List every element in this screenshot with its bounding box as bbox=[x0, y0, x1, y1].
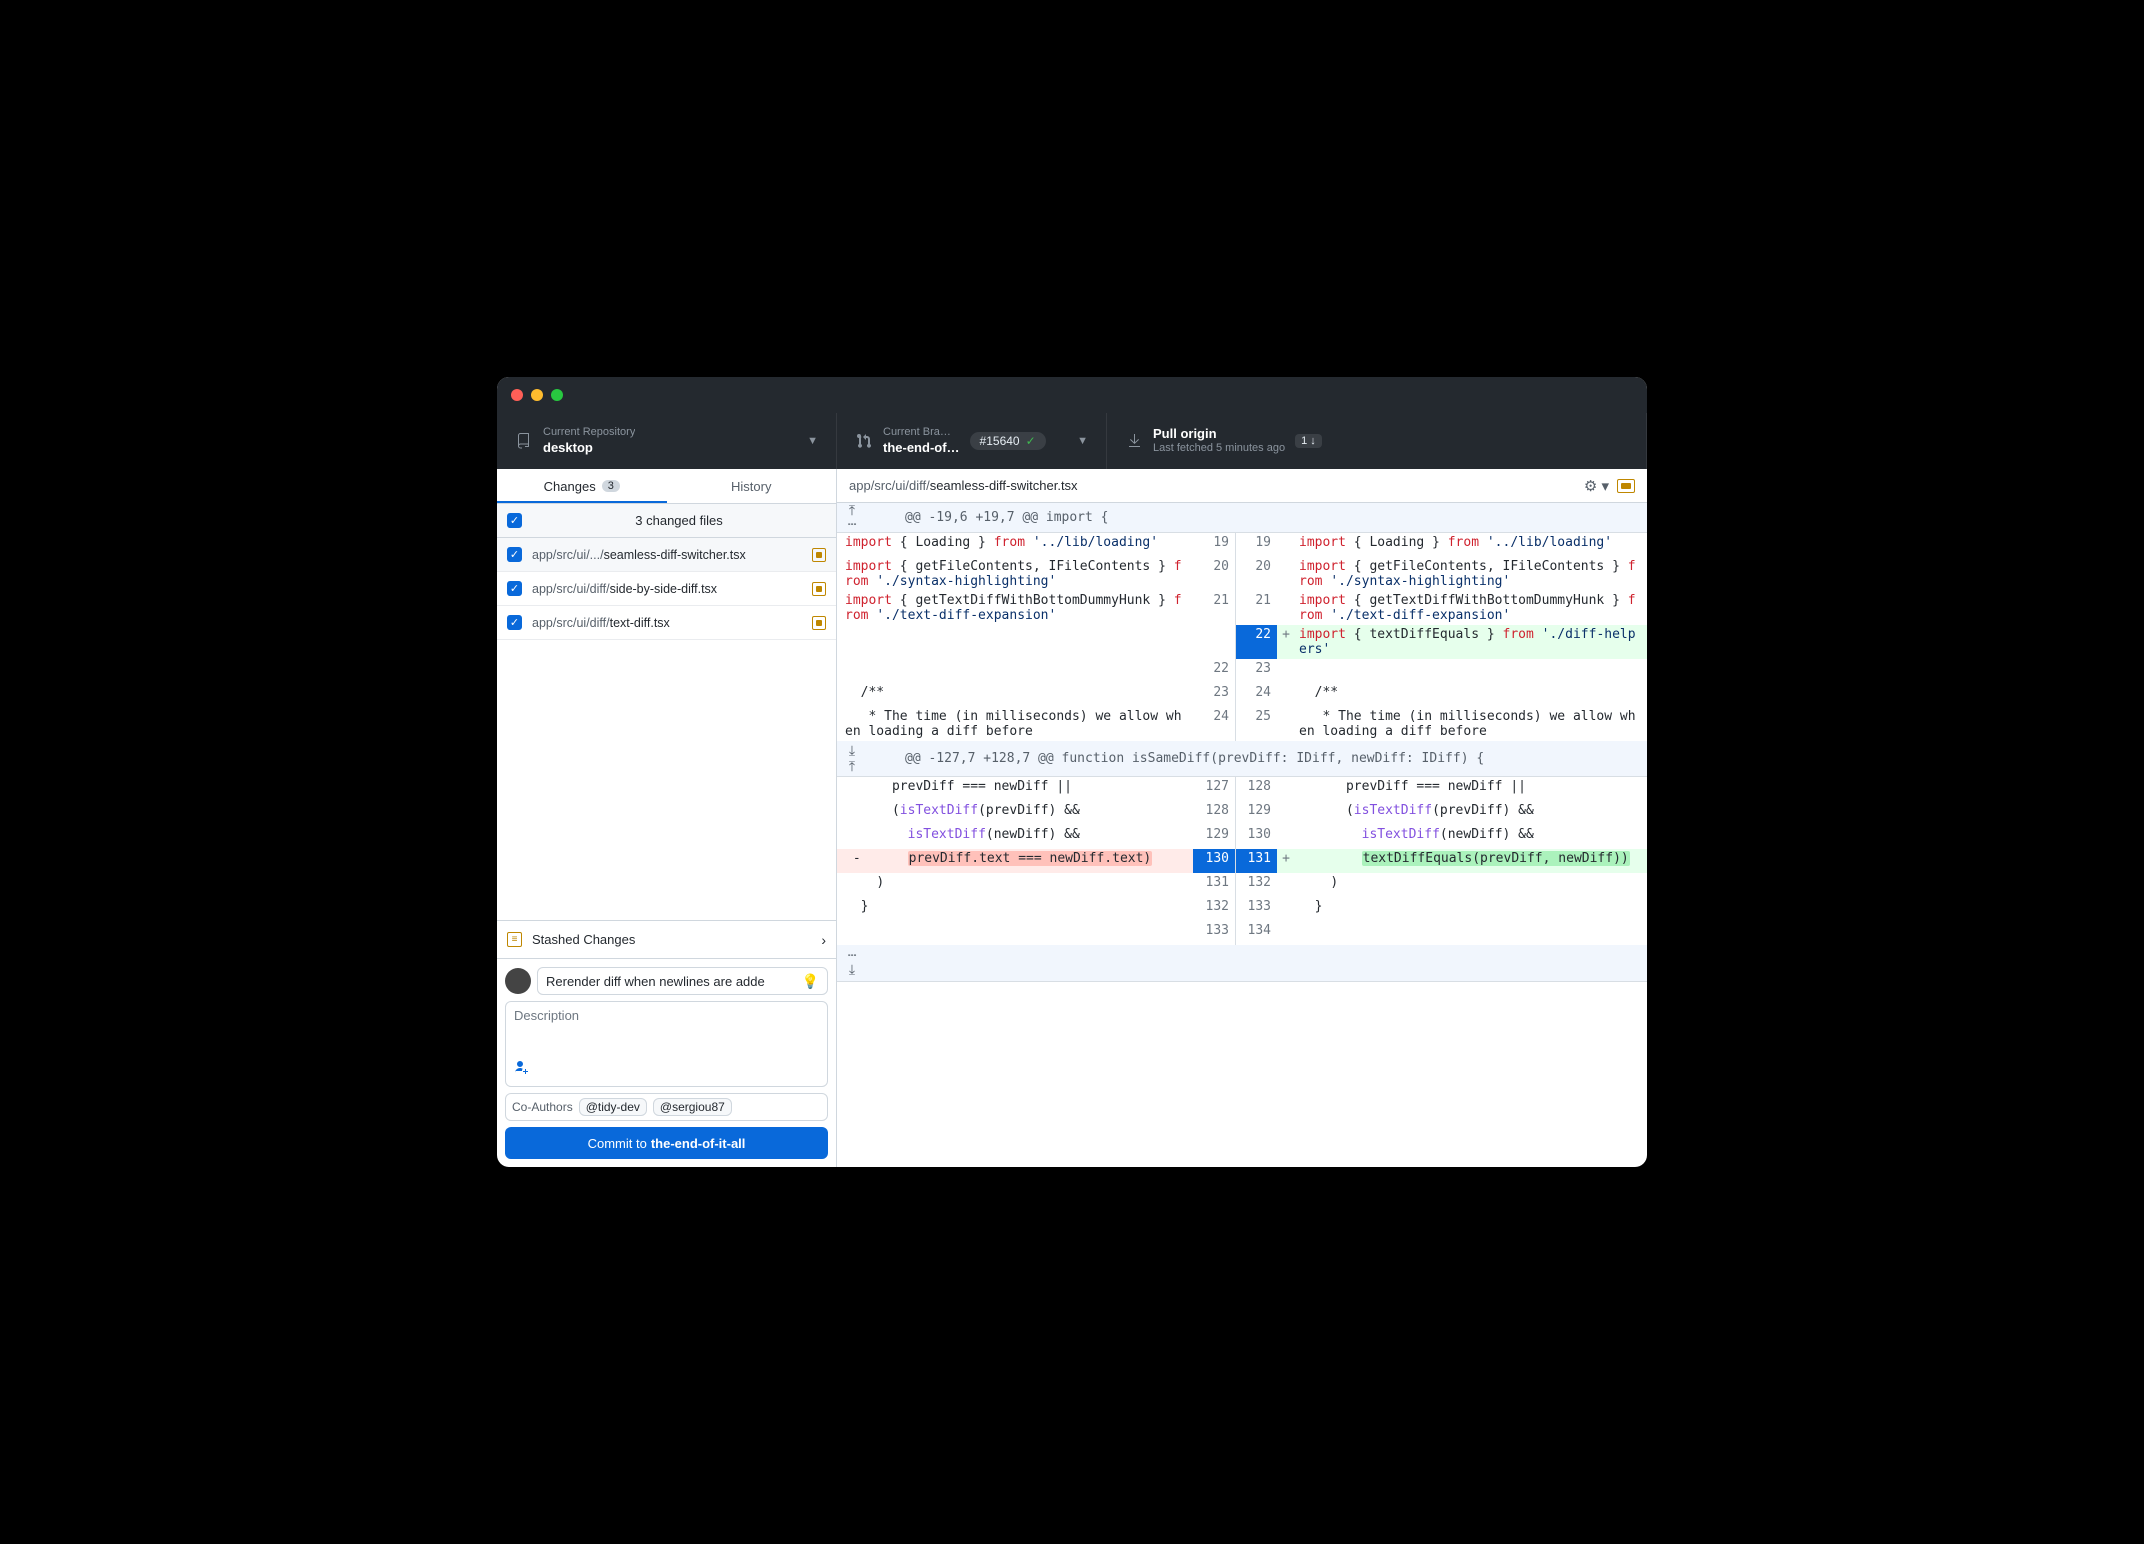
file-row[interactable]: ✓ app/src/ui/.../seamless-diff-switcher.… bbox=[497, 538, 836, 572]
sidebar-tabs: Changes 3 History bbox=[497, 469, 836, 504]
changes-count-badge: 3 bbox=[602, 480, 620, 492]
select-all-checkbox[interactable]: ✓ bbox=[507, 513, 522, 528]
modified-icon bbox=[812, 582, 826, 596]
diff-filepath: app/src/ui/diff/seamless-diff-switcher.t… bbox=[849, 478, 1576, 493]
repo-selector[interactable]: Current Repository desktop ▼ bbox=[497, 413, 837, 469]
pull-request-icon bbox=[855, 433, 873, 449]
diff-line: /** 23 24 /** bbox=[837, 683, 1647, 707]
lightbulb-icon[interactable]: 💡 bbox=[802, 973, 819, 990]
file-checkbox[interactable]: ✓ bbox=[507, 615, 522, 630]
expand-up-icon[interactable]: ⤒┄ bbox=[843, 504, 861, 532]
branch-name: the-end-of… bbox=[883, 440, 960, 456]
pull-count-badge: 1 ↓ bbox=[1295, 434, 1322, 448]
sidebar: Changes 3 History ✓ 3 changed files ✓ ap… bbox=[497, 469, 837, 1167]
tab-label: History bbox=[731, 479, 771, 494]
coauthors-field[interactable]: Co-Authors @tidy-dev @sergiou87 bbox=[505, 1093, 828, 1121]
maximize-window-button[interactable] bbox=[551, 389, 563, 401]
file-list-header: ✓ 3 changed files bbox=[497, 504, 836, 538]
diff-line: prevDiff === newDiff || 127 128 prevDiff… bbox=[837, 777, 1647, 801]
pr-badge: #15640 ✓ bbox=[970, 432, 1046, 450]
diff-line-added: 22 + import { textDiffEquals } from './d… bbox=[837, 625, 1647, 659]
diff-line-changed: - prevDiff.text === newDiff.text) 130 13… bbox=[837, 849, 1647, 873]
diff-line: import { getFileContents, IFileContents … bbox=[837, 557, 1647, 591]
file-list: ✓ app/src/ui/.../seamless-diff-switcher.… bbox=[497, 538, 836, 640]
branch-label: Current Bra… bbox=[883, 426, 960, 440]
commit-button-branch: the-end-of-it-all bbox=[651, 1136, 746, 1151]
expand-down-icon[interactable]: ┄⤓ bbox=[843, 949, 861, 977]
tab-changes[interactable]: Changes 3 bbox=[497, 469, 667, 503]
coauthor-pill[interactable]: @tidy-dev bbox=[579, 1098, 647, 1116]
minimize-window-button[interactable] bbox=[531, 389, 543, 401]
add-coauthor-button[interactable] bbox=[514, 1059, 530, 1080]
commit-button-prefix: Commit to bbox=[588, 1136, 647, 1151]
modified-icon bbox=[812, 548, 826, 562]
close-window-button[interactable] bbox=[511, 389, 523, 401]
stashed-changes-button[interactable]: ≡ Stashed Changes › bbox=[497, 920, 836, 958]
branch-selector[interactable]: Current Bra… the-end-of… #15640 ✓ ▼ bbox=[837, 413, 1107, 469]
hunk-header[interactable]: ⤒┄ @@ -19,6 +19,7 @@ import { bbox=[837, 503, 1647, 533]
diff-line: } 132 133 } bbox=[837, 897, 1647, 921]
diff-line: * The time (in milliseconds) we allow wh… bbox=[837, 707, 1647, 741]
avatar bbox=[505, 968, 531, 994]
changed-files-count: 3 changed files bbox=[532, 513, 826, 528]
diff-line: (isTextDiff(prevDiff) && 128 129 (isText… bbox=[837, 801, 1647, 825]
commit-summary-input[interactable]: Rerender diff when newlines are adde 💡 bbox=[537, 967, 828, 995]
gear-icon[interactable]: ⚙︎ ▾ bbox=[1584, 477, 1609, 495]
main-content: Changes 3 History ✓ 3 changed files ✓ ap… bbox=[497, 469, 1647, 1167]
pr-number: #15640 bbox=[980, 434, 1020, 448]
chevron-down-icon: ▼ bbox=[807, 435, 818, 447]
tab-label: Changes bbox=[544, 479, 596, 494]
commit-button[interactable]: Commit to the-end-of-it-all bbox=[505, 1127, 828, 1159]
pull-title: Pull origin bbox=[1153, 426, 1285, 442]
file-row[interactable]: ✓ app/src/ui/diff/text-diff.tsx bbox=[497, 606, 836, 640]
commit-description-input[interactable]: Description bbox=[505, 1001, 828, 1087]
hunk-header[interactable]: ⤓ ⤒ @@ -127,7 +128,7 @@ function isSameD… bbox=[837, 741, 1647, 777]
coauthor-pill[interactable]: @sergiou87 bbox=[653, 1098, 732, 1116]
diff-line: import { Loading } from '../lib/loading'… bbox=[837, 533, 1647, 557]
diff-pane: app/src/ui/diff/seamless-diff-switcher.t… bbox=[837, 469, 1647, 1167]
commit-summary-value: Rerender diff when newlines are adde bbox=[546, 974, 765, 989]
expand-down-icon[interactable]: ⤓ bbox=[843, 744, 861, 758]
file-checkbox[interactable]: ✓ bbox=[507, 581, 522, 596]
hunk-label: @@ -19,6 +19,7 @@ import { bbox=[865, 510, 1109, 525]
description-placeholder: Description bbox=[514, 1008, 819, 1059]
coauthors-label: Co-Authors bbox=[512, 1100, 573, 1114]
stash-icon: ≡ bbox=[507, 932, 522, 947]
chevron-right-icon: › bbox=[821, 932, 826, 948]
diff-line: isTextDiff(newDiff) && 129 130 isTextDif… bbox=[837, 825, 1647, 849]
diff-header: app/src/ui/diff/seamless-diff-switcher.t… bbox=[837, 469, 1647, 503]
chevron-down-icon: ▼ bbox=[1077, 435, 1088, 447]
diff-content: ⤒┄ @@ -19,6 +19,7 @@ import { import { L… bbox=[837, 503, 1647, 982]
download-icon bbox=[1125, 433, 1143, 449]
repo-name: desktop bbox=[543, 440, 635, 456]
repo-icon bbox=[515, 433, 533, 449]
commit-form: Rerender diff when newlines are adde 💡 D… bbox=[497, 958, 836, 1167]
repo-label: Current Repository bbox=[543, 426, 635, 440]
file-checkbox[interactable]: ✓ bbox=[507, 547, 522, 562]
modified-icon bbox=[1617, 479, 1635, 493]
stash-label: Stashed Changes bbox=[532, 932, 635, 947]
pull-origin-button[interactable]: Pull origin Last fetched 5 minutes ago 1… bbox=[1107, 413, 1647, 469]
toolbar: Current Repository desktop ▼ Current Bra… bbox=[497, 413, 1647, 469]
check-icon: ✓ bbox=[1026, 434, 1036, 448]
file-row[interactable]: ✓ app/src/ui/diff/side-by-side-diff.tsx bbox=[497, 572, 836, 606]
modified-icon bbox=[812, 616, 826, 630]
diff-line: import { getTextDiffWithBottomDummyHunk … bbox=[837, 591, 1647, 625]
pull-subtitle: Last fetched 5 minutes ago bbox=[1153, 442, 1285, 456]
app-window: Current Repository desktop ▼ Current Bra… bbox=[497, 377, 1647, 1167]
file-path: app/src/ui/diff/side-by-side-diff.tsx bbox=[532, 582, 802, 596]
expand-up-icon[interactable]: ⤒ bbox=[843, 760, 861, 774]
diff-line: 133 134 bbox=[837, 921, 1647, 945]
titlebar bbox=[497, 377, 1647, 413]
hunk-label: @@ -127,7 +128,7 @@ function isSameDiff(… bbox=[865, 751, 1484, 766]
diff-line: ) 131 132 ) bbox=[837, 873, 1647, 897]
diff-line: 22 23 bbox=[837, 659, 1647, 683]
tab-history[interactable]: History bbox=[667, 469, 837, 503]
expand-end[interactable]: ┄⤓ bbox=[837, 945, 1647, 982]
file-path: app/src/ui/diff/text-diff.tsx bbox=[532, 616, 802, 630]
file-path: app/src/ui/.../seamless-diff-switcher.ts… bbox=[532, 548, 802, 562]
